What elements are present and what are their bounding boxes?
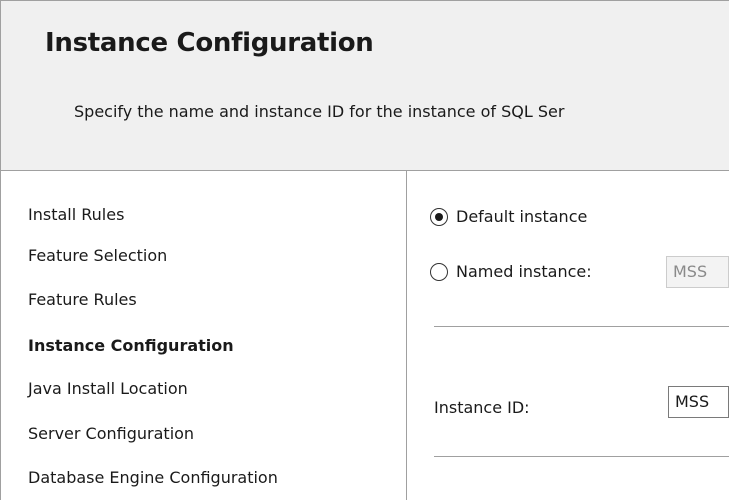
named-instance-radio[interactable] — [430, 262, 448, 281]
instance-id-label: Instance ID: — [434, 398, 530, 417]
page-header: Instance Configuration Specify the name … — [0, 0, 729, 171]
nav-item-instance-configuration[interactable]: Instance Configuration — [28, 336, 234, 355]
nav-item-feature-rules[interactable]: Feature Rules — [28, 290, 137, 309]
named-instance-input[interactable]: MSS — [666, 256, 729, 288]
nav-item-java-install-location[interactable]: Java Install Location — [28, 379, 188, 398]
radio-selected-dot — [435, 212, 443, 221]
named-instance-option[interactable]: Named instance: — [430, 262, 592, 281]
default-instance-label: Default instance — [456, 207, 588, 226]
nav-item-database-engine-configuration[interactable]: Database Engine Configuration — [28, 468, 278, 487]
nav-item-install-rules[interactable]: Install Rules — [28, 205, 124, 224]
named-instance-label: Named instance: — [456, 262, 592, 281]
installer-window: Instance Configuration Specify the name … — [0, 0, 729, 500]
nav-item-server-configuration[interactable]: Server Configuration — [28, 424, 194, 443]
wizard-step-nav: Install Rules Feature Selection Feature … — [0, 171, 406, 500]
default-instance-option[interactable]: Default instance — [430, 207, 587, 226]
page-title: Instance Configuration — [45, 28, 374, 58]
instance-id-input[interactable]: MSS — [668, 386, 729, 418]
nav-item-feature-selection[interactable]: Feature Selection — [28, 246, 167, 265]
page-subtitle: Specify the name and instance ID for the… — [74, 102, 565, 121]
default-instance-radio[interactable] — [430, 207, 448, 226]
section-divider-top — [434, 326, 729, 327]
section-divider-bottom — [434, 456, 729, 457]
instance-config-panel: Default instance Named instance: MSS Ins… — [407, 171, 729, 500]
